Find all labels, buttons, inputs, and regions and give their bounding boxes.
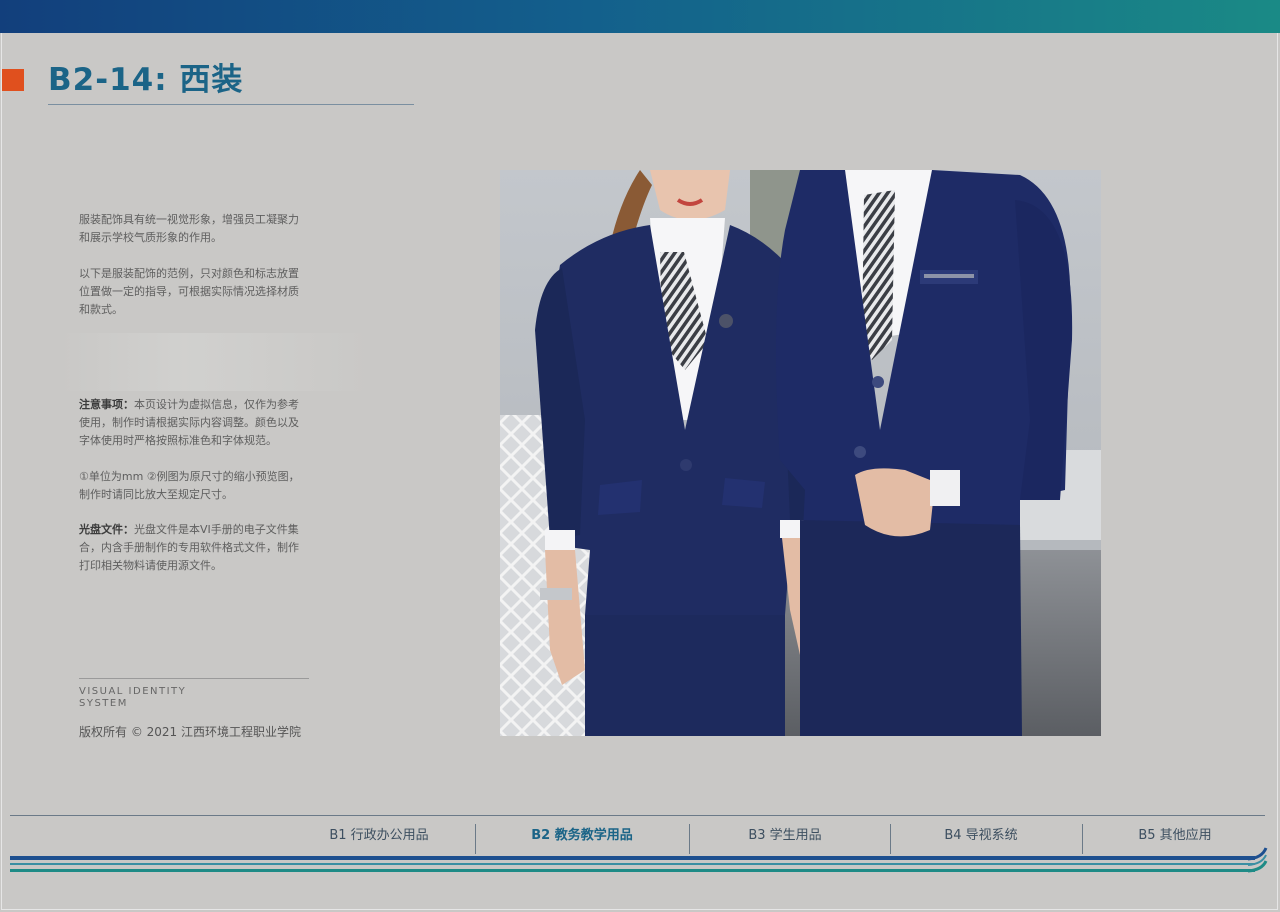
- nav-tab-b2-label: B2 教务教学用品: [531, 828, 633, 843]
- vi-label-line-1: VISUAL IDENTITY: [79, 686, 187, 697]
- nav-separator: [1082, 824, 1083, 854]
- disc-block: 光盘文件：光盘文件是本VI手册的电子文件集合，内含手册制作的专用软件格式文件，制…: [79, 521, 301, 575]
- units-block: ①单位为mm ②例图为原尺寸的缩小预览图，制作时请同比放大至规定尺寸。: [79, 468, 301, 504]
- title-underline: [48, 104, 414, 105]
- disc-label: 光盘文件：: [79, 523, 134, 536]
- top-banner: [0, 0, 1280, 33]
- nav-separator: [475, 824, 476, 854]
- description-para-1: 服装配饰具有统一视觉形象，增强员工凝聚力和展示学校气质形象的作用。: [79, 213, 299, 244]
- notice-label: 注意事项：: [79, 398, 134, 411]
- footer-stripe-blue: [10, 856, 1255, 860]
- nav-tab-b1-label: B1 行政办公用品: [329, 828, 429, 843]
- nav-tab-b2[interactable]: B2 教务教学用品: [500, 824, 664, 854]
- uniform-photo: [500, 170, 1101, 736]
- footer-stripe-teal: [10, 863, 1255, 865]
- notice-block: 注意事项：本页设计为虚拟信息，仅作为参考使用，制作时请根据实际内容调整。颜色以及…: [79, 396, 301, 450]
- nav-tab-b3-label: B3 学生用品: [748, 828, 822, 843]
- footer-stripe-green: [10, 869, 1255, 872]
- nav-tab-b1[interactable]: B1 行政办公用品: [300, 824, 458, 854]
- nav-tab-b5-label: B5 其他应用: [1138, 828, 1212, 843]
- nav-separator: [890, 824, 891, 854]
- description-guidance: 以下是服装配饰的范例，只对颜色和标志放置位置做一定的指导，可根据实际情况选择材质…: [79, 265, 301, 319]
- nav-tab-b3[interactable]: B3 学生用品: [710, 824, 860, 854]
- units-text: ①单位为mm ②例图为原尺寸的缩小预览图，制作时请同比放大至规定尺寸。: [79, 470, 300, 501]
- nav-tab-b4-label: B4 导视系统: [944, 828, 1018, 843]
- vi-label: VISUAL IDENTITY SYSTEM: [79, 686, 186, 710]
- page-title: B2-14: 西装: [48, 62, 244, 98]
- decorative-band: [60, 333, 370, 391]
- nav-tab-b5[interactable]: B5 其他应用: [1100, 824, 1250, 854]
- copyright: 版权所有 © 2021 江西环境工程职业学院: [79, 725, 301, 739]
- uniform-photo-illustration: [500, 170, 1101, 736]
- footer-rule: [79, 678, 309, 679]
- nav-divider: [10, 815, 1265, 816]
- nav-separator: [689, 824, 690, 854]
- description-intro: 服装配饰具有统一视觉形象，增强员工凝聚力和展示学校气质形象的作用。: [79, 211, 301, 247]
- footer-swoosh: [1248, 847, 1268, 873]
- title-marker: [2, 69, 24, 91]
- nav-tab-b4[interactable]: B4 导视系统: [906, 824, 1056, 854]
- description-para-2: 以下是服装配饰的范例，只对颜色和标志放置位置做一定的指导，可根据实际情况选择材质…: [79, 267, 299, 316]
- vi-label-line-2: SYSTEM: [79, 698, 128, 709]
